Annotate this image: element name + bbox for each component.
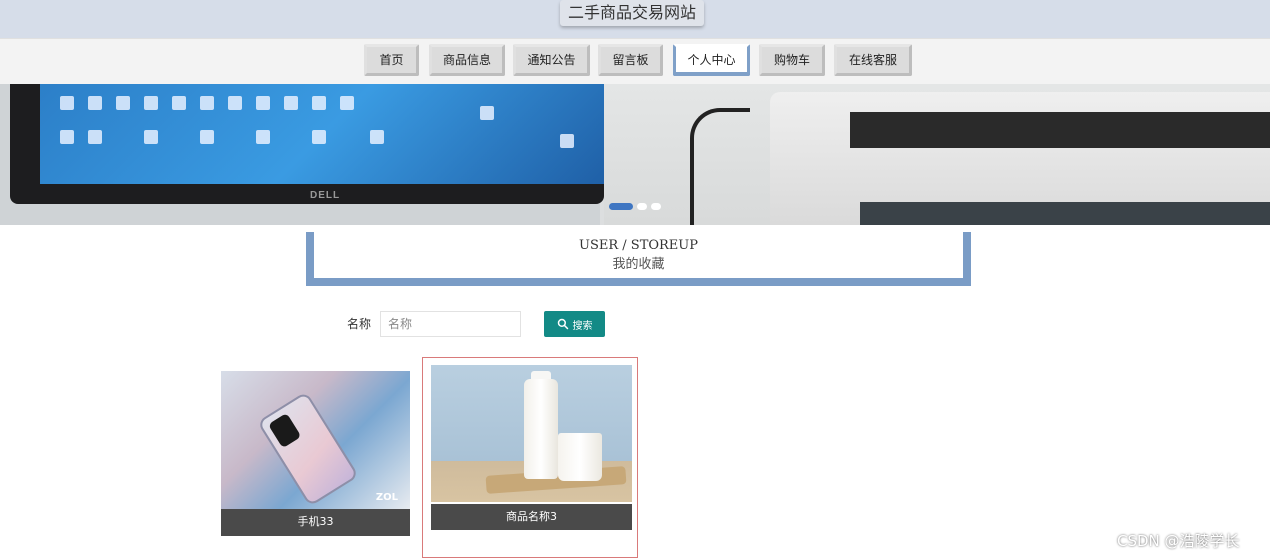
section-header: USER / STOREUP 我的收藏 <box>306 232 971 286</box>
desktop-icon <box>144 130 158 144</box>
product-card[interactable]: ZOL 手机33 <box>221 371 410 536</box>
nav-item-notices[interactable]: 通知公告 <box>513 44 590 76</box>
carousel-dot-2[interactable] <box>637 203 647 210</box>
desktop-icon <box>144 96 158 110</box>
desktop-icon <box>228 96 242 110</box>
banner-carousel[interactable]: DELL <box>0 84 1270 225</box>
desktop-icon <box>60 130 74 144</box>
nav-item-products[interactable]: 商品信息 <box>429 44 505 76</box>
product-name[interactable]: 手机33 <box>221 509 410 536</box>
product-image[interactable]: ZOL <box>221 371 410 509</box>
milk-bottle <box>524 379 558 479</box>
nav-item-user-center[interactable]: 个人中心 <box>673 44 750 76</box>
milk-glass <box>558 433 602 481</box>
nav-item-customer-service[interactable]: 在线客服 <box>834 44 912 76</box>
section-title-cn: 我的收藏 <box>612 257 665 272</box>
search-button-label: 搜索 <box>572 320 593 332</box>
product-image[interactable] <box>431 365 632 502</box>
product-card[interactable]: 商品名称3 <box>422 357 638 558</box>
nav-item-message-board[interactable]: 留言板 <box>598 44 663 76</box>
search-icon <box>557 318 568 330</box>
phone-illustration <box>256 391 360 507</box>
desktop-icon <box>172 96 186 110</box>
banner-monitor-image: DELL <box>10 84 608 204</box>
printer-slot <box>850 112 1270 148</box>
search-button[interactable]: 搜索 <box>544 311 605 337</box>
monitor-brand-logo: DELL <box>310 190 341 201</box>
desktop-icon <box>88 96 102 110</box>
zol-watermark: ZOL <box>375 492 398 503</box>
desktop-icon <box>480 106 494 120</box>
csdn-watermark: CSDN @浩陵学长 <box>1117 532 1240 550</box>
desktop-icon <box>370 130 384 144</box>
desktop-icon <box>200 96 214 110</box>
carousel-dot-1[interactable] <box>609 203 633 210</box>
desktop-icon <box>200 130 214 144</box>
main-nav: 首页 商品信息 通知公告 留言板 个人中心 购物车 在线客服 <box>0 38 1270 84</box>
nav-item-cart[interactable]: 购物车 <box>759 44 825 76</box>
desktop-icon <box>284 96 298 110</box>
banner-cable <box>690 108 750 225</box>
section-title-en: USER / STOREUP <box>579 238 698 253</box>
desktop-icon <box>116 96 130 110</box>
product-name[interactable]: 商品名称3 <box>431 504 632 530</box>
carousel-dot-3[interactable] <box>651 203 661 210</box>
desktop-icon <box>256 130 270 144</box>
search-input[interactable] <box>380 311 521 337</box>
site-title: 二手商品交易网站 <box>560 0 704 26</box>
desktop-icon <box>560 134 574 148</box>
desktop-icon <box>60 96 74 110</box>
search-label: 名称 <box>347 317 372 331</box>
phone-camera <box>267 412 302 449</box>
printer-tray <box>860 202 1270 225</box>
desktop-icon <box>256 96 270 110</box>
monitor-screen <box>40 84 608 184</box>
carousel-indicators <box>609 203 661 210</box>
desktop-icon <box>88 130 102 144</box>
title-bar: 二手商品交易网站 <box>0 0 1270 38</box>
desktop-icon <box>312 130 326 144</box>
desktop-icon <box>312 96 326 110</box>
nav-item-home[interactable]: 首页 <box>364 44 419 76</box>
desktop-icon <box>340 96 354 110</box>
